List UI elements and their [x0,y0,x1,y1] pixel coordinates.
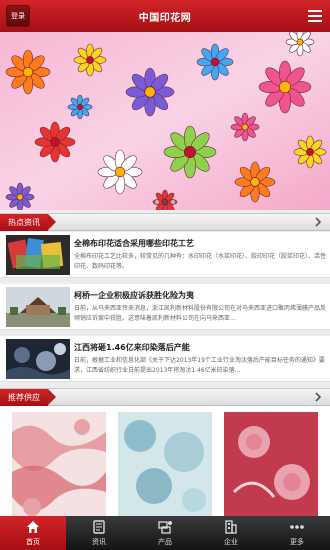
product-image [118,412,212,516]
product-card[interactable] [118,412,212,516]
product-image [12,412,106,516]
news-desc: 全棉布印花工艺比较多，较常见的几种有：水印印花（水浆印花）、胶印印花（胶浆印花）… [74,253,327,270]
hot-news-title: 热点资讯 [0,214,56,231]
nav-company-label: 企业 [224,538,238,546]
news-desc: 日前，从马来西亚传来消息，浙江凯利新材料股份有限公司在对马来西亚进口聚丙烯薄膜产… [74,305,327,322]
product-image [224,412,318,516]
nav-home[interactable]: 首页 [0,516,66,550]
banner-carousel[interactable] [0,32,330,210]
news-thumbnail [6,235,70,275]
supply-title: 推荐供应 [0,389,56,406]
carousel-dots [0,200,330,204]
product-icon [158,521,172,534]
news-title: 柯桥一企业积极应诉获胜化险为夷 [74,291,194,300]
nav-more[interactable]: 更多 [264,516,330,550]
product-card[interactable] [12,412,106,516]
news-thumbnail [6,287,70,327]
carousel-dot-active[interactable] [163,200,167,204]
bottom-nav: 首页 资讯 产品 企业 更多 [0,516,330,550]
banner-image [0,32,330,210]
product-card[interactable] [224,412,318,516]
nav-company[interactable]: 企业 [198,516,264,550]
carousel-dot[interactable] [155,200,159,204]
nav-product-label: 产品 [158,538,172,546]
nav-news-label: 资讯 [92,538,106,546]
news-item[interactable]: 全棉布印花适合采用哪些印花工艺 全棉布印花工艺比较多，较常见的几种有：水印印花（… [0,232,330,278]
news-title: 江西将砸1.46亿来印染落后产能 [74,343,190,352]
news-title: 全棉布印花适合采用哪些印花工艺 [74,239,194,248]
news-icon [93,520,105,534]
news-desc: 日前，根据工业和信息化部《关于下达2013年19个工业行业淘汰落后产能目标任务的… [74,357,325,374]
app-root: 登录 中国印花网 热点资讯 全棉布印花适合采用哪些印花工艺 全棉布印花工艺比较多… [0,0,330,550]
home-icon [27,521,39,533]
top-bar: 登录 中国印花网 [0,0,330,32]
news-item[interactable]: 江西将砸1.46亿来印染落后产能 日前，根据工业和信息化部《关于下达2013年1… [0,336,330,382]
supply-products [0,406,330,516]
more-icon [290,525,304,529]
carousel-dot[interactable] [171,200,175,204]
nav-news[interactable]: 资讯 [66,516,132,550]
login-button[interactable]: 登录 [6,5,30,27]
supply-header[interactable]: 推荐供应 [0,388,330,406]
nav-home-label: 首页 [26,538,40,546]
news-thumbnail [6,339,70,379]
nav-more-label: 更多 [290,538,304,546]
menu-icon[interactable] [306,6,324,26]
app-title: 中国印花网 [138,12,192,24]
news-item[interactable]: 柯桥一企业积极应诉获胜化险为夷 日前，从马来西亚传来消息，浙江凯利新材料股份有限… [0,284,330,330]
company-icon [225,520,237,534]
hot-news-header[interactable]: 热点资讯 [0,213,330,231]
chevron-right-icon[interactable] [313,392,323,402]
chevron-right-icon[interactable] [313,217,323,227]
nav-product[interactable]: 产品 [132,516,198,550]
